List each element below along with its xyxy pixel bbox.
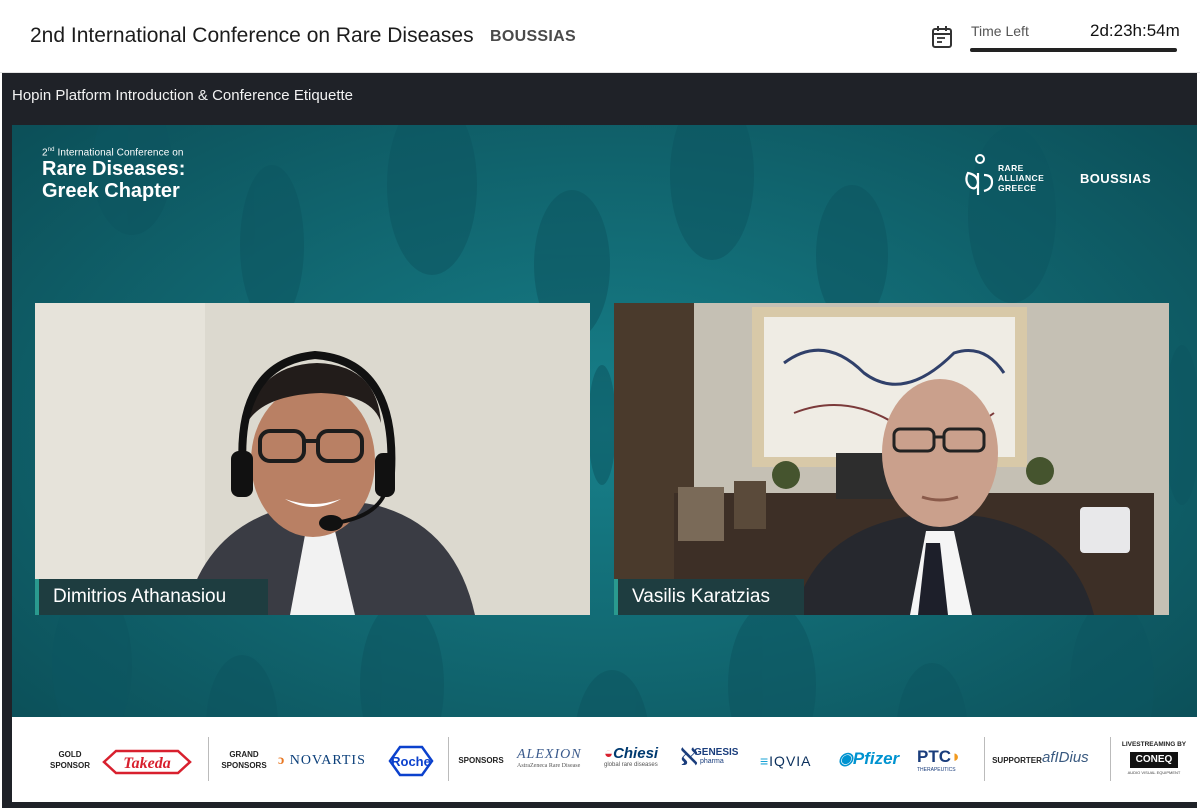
grand-sponsors-label-line1: GRAND [229, 750, 259, 759]
genesis-logo-subtext: pharma [700, 758, 724, 765]
coneq-logo-subtext: AUDIO VISUAL EQUIPMENT [1127, 770, 1181, 775]
conference-logo-line1: International Conference on [57, 147, 184, 159]
participant-video-tile[interactable]: Dimitrios Athanasiou [35, 303, 590, 615]
iqvia-mark-icon: ≡ [760, 753, 770, 769]
rare-alliance-greece-mark [965, 154, 994, 195]
livestream-credit: LIVESTREAMING BY CONEQ AUDIO VISUAL EQUI… [1116, 741, 1192, 775]
supporter-label: SUPPORTER [992, 756, 1042, 765]
live-video-stream[interactable]: 2nd International Conference on Rare Dis… [12, 125, 1197, 802]
conference-logo: 2nd International Conference on Rare Dis… [42, 147, 185, 202]
alexion-logo-text: ALEXION [517, 747, 582, 762]
top-bar: 2nd International Conference on Rare Dis… [0, 0, 1200, 73]
chiesi-logo-subtext: global rare diseases [604, 762, 658, 768]
time-left-progress-fill [970, 48, 1177, 52]
iqvia-logo-text: IQVIA [769, 753, 812, 769]
gold-sponsor-label-line1: GOLD [58, 750, 82, 759]
grand-sponsors-label: GRAND SPONSORS [216, 749, 272, 771]
participant-video-feed [614, 303, 1169, 615]
alexion-logo-subtext: AstraZeneca Rare Disease [517, 763, 581, 769]
gold-sponsor-label: GOLD SPONSOR [42, 749, 98, 771]
rare-alliance-greece-logo: RARE ALLIANCE GREECE [962, 153, 1082, 199]
participant-name-tag: Dimitrios Athanasiou [35, 579, 268, 615]
ptc-logo-text: PTC [917, 747, 951, 766]
gold-sponsor-label-line2: SPONSOR [49, 761, 90, 770]
rare-alliance-line1: RARE [998, 163, 1024, 173]
ptc-logo: PTC◗ THERAPEUTICS [917, 747, 961, 773]
conference-logo-line2: Rare Diseases: [42, 158, 186, 181]
roche-logo: Roche [388, 745, 434, 777]
rare-alliance-line3: GREECE [998, 183, 1037, 193]
chiesi-logo-text: Chiesi [613, 745, 659, 762]
chiesi-mark-icon: ◒ [604, 745, 614, 762]
stage-panel: Hopin Platform Introduction & Conference… [2, 73, 1197, 808]
novartis-logo-text: NOVARTIS [289, 753, 366, 768]
genesis-logo: ℵ GENESIS pharma [680, 744, 739, 771]
pfizer-logo-text: Pfizer [852, 749, 900, 768]
takeda-logo-text: Takeda [123, 755, 170, 772]
time-left-value: 2d:23h:54m [1090, 21, 1180, 40]
roche-logo-text: Roche [391, 754, 431, 769]
rare-alliance-line2: ALLIANCE [998, 173, 1045, 183]
sponsors-label: SPONSORS [458, 756, 504, 765]
sponsor-strip: GOLD SPONSOR Takeda GRAND SPONSORS ɔ NOV… [12, 717, 1197, 802]
pfizer-logo: ◉Pfizer [838, 749, 899, 769]
ptc-logo-subtext: THERAPEUTICS [917, 767, 956, 773]
participant-name-tag: Vasilis Karatzias [614, 579, 804, 615]
alexion-logo: ALEXION AstraZeneca Rare Disease [517, 747, 582, 769]
organizer-name[interactable]: BOUSSIAS [490, 28, 576, 46]
event-title: 2nd International Conference on Rare Dis… [30, 24, 474, 47]
grand-sponsors-label-line2: SPONSORS [221, 761, 267, 770]
livestream-label: LIVESTREAMING BY [1121, 741, 1187, 748]
chiesi-logo: ◒Chiesi global rare diseases [604, 745, 658, 768]
novartis-flame-icon: ɔ [278, 753, 286, 768]
calendar-icon [932, 26, 952, 48]
ptc-mark-icon: ◗ [951, 747, 962, 766]
session-title: Hopin Platform Introduction & Conference… [12, 87, 354, 104]
genesis-logo-text: GENESIS [694, 747, 739, 758]
conference-logo-line3: Greek Chapter [42, 180, 180, 203]
coneq-logo: CONEQ [1130, 752, 1178, 768]
participant-video-feed [35, 303, 590, 615]
afidius-logo: afIDius [1042, 749, 1089, 766]
novartis-logo: ɔ NOVARTIS [278, 753, 366, 769]
participant-video-tile[interactable]: Vasilis Karatzias [614, 303, 1169, 615]
conference-logo-superscript: nd [47, 147, 55, 153]
boussias-logo: BOUSSIAS [1080, 171, 1152, 186]
takeda-logo: Takeda [102, 749, 192, 775]
time-left-label: Time Left [971, 23, 1029, 39]
time-left-progress [970, 48, 1177, 52]
genesis-mark-icon: ℵ [680, 744, 698, 771]
iqvia-logo: ≡IQVIA [760, 753, 812, 769]
pfizer-mark-icon: ◉ [838, 749, 853, 768]
